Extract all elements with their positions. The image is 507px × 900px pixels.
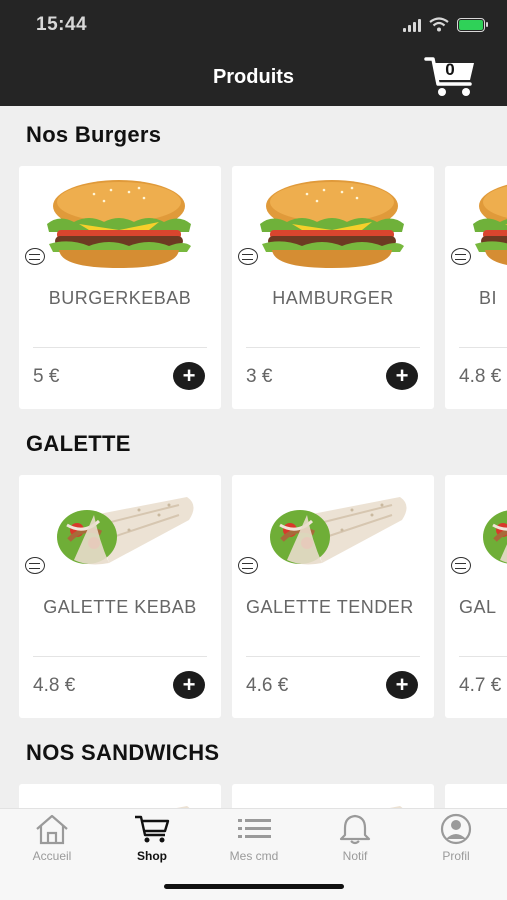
- nav-shop[interactable]: Shop: [107, 813, 197, 863]
- add-button[interactable]: +: [386, 671, 418, 699]
- product-card[interactable]: [19, 784, 221, 808]
- brand-logo-icon: [451, 248, 471, 265]
- add-button[interactable]: +: [173, 671, 205, 699]
- divider: [33, 656, 207, 657]
- brand-logo-icon: [238, 557, 258, 574]
- product-card[interactable]: HAMBURGER 3 € +: [232, 166, 434, 409]
- product-name: GALETTE KEBAB: [43, 597, 197, 617]
- add-button[interactable]: +: [173, 362, 205, 390]
- nav-notif[interactable]: Notif: [310, 813, 400, 863]
- product-name: HAMBURGER: [272, 288, 394, 308]
- sandwich-image: [39, 794, 199, 808]
- wrap-image: [252, 485, 412, 580]
- nav-mes-cmd[interactable]: Mes cmd: [209, 813, 299, 863]
- status-time: 15:44: [36, 14, 88, 35]
- product-card-partial[interactable]: [445, 784, 507, 808]
- burger-image: [39, 176, 199, 271]
- wrap-image: [39, 485, 199, 580]
- product-price: 5 €: [33, 366, 60, 387]
- nav-label: Notif: [342, 849, 368, 863]
- profile-icon: [440, 813, 472, 845]
- brand-logo-icon: [25, 557, 45, 574]
- brand-logo-icon: [238, 248, 258, 265]
- nav-label: Mes cmd: [229, 849, 279, 863]
- product-name: BI: [479, 288, 498, 308]
- nav-label: Accueil: [32, 849, 72, 863]
- brand-logo-icon: [451, 557, 471, 574]
- product-name: GAL: [459, 597, 497, 617]
- product-list[interactable]: Nos Burgers BURGERKEBAB 5 € + HAMBURGER …: [0, 106, 507, 808]
- product-card[interactable]: GALETTE TENDER 4.6 € +: [232, 475, 434, 718]
- product-card-partial[interactable]: BI 4.8 € +: [445, 166, 507, 409]
- nav-label: Profil: [442, 849, 470, 863]
- product-price: 3 €: [246, 366, 273, 387]
- divider: [459, 656, 507, 657]
- burger-image: [252, 176, 412, 271]
- product-price: 4.7 €: [459, 675, 502, 696]
- product-name: GALETTE TENDER: [246, 597, 414, 617]
- nav-label: Shop: [137, 849, 167, 863]
- sandwich-image: [252, 794, 412, 808]
- product-price: 4.8 €: [459, 366, 502, 387]
- divider: [246, 656, 420, 657]
- section-title-galette: GALETTE: [26, 431, 131, 456]
- wifi-icon: [429, 17, 449, 32]
- wrap-image: [465, 485, 507, 580]
- nav-accueil[interactable]: Accueil: [7, 813, 97, 863]
- section-title-burgers: Nos Burgers: [26, 122, 162, 147]
- cart-icon: [135, 815, 170, 843]
- product-price: 4.6 €: [246, 675, 289, 696]
- home-indicator: [164, 884, 344, 889]
- brand-logo-icon: [25, 248, 45, 265]
- product-price: 4.8 €: [33, 675, 76, 696]
- section-title-sandwichs: NOS SANDWICHS: [26, 740, 220, 765]
- top-bar: 15:44 Produits 0: [0, 0, 507, 106]
- status-icons: [403, 17, 488, 32]
- bell-icon: [339, 814, 371, 845]
- list-icon: [238, 819, 271, 838]
- nav-profil[interactable]: Profil: [411, 813, 501, 863]
- product-card[interactable]: BURGERKEBAB 5 € +: [19, 166, 221, 409]
- home-icon: [36, 814, 68, 845]
- product-card[interactable]: GALETTE KEBAB 4.8 € +: [19, 475, 221, 718]
- add-button[interactable]: +: [386, 362, 418, 390]
- product-card-partial[interactable]: GAL 4.7 € +: [445, 475, 507, 718]
- battery-icon: [457, 17, 488, 32]
- signal-icon: [403, 18, 421, 32]
- cart-count: 0: [445, 60, 455, 79]
- product-name: BURGERKEBAB: [48, 288, 192, 308]
- divider: [246, 347, 420, 348]
- divider: [33, 347, 207, 348]
- divider: [459, 347, 507, 348]
- cart-button[interactable]: 0: [424, 56, 476, 98]
- product-card[interactable]: [232, 784, 434, 808]
- burger-image: [465, 176, 507, 271]
